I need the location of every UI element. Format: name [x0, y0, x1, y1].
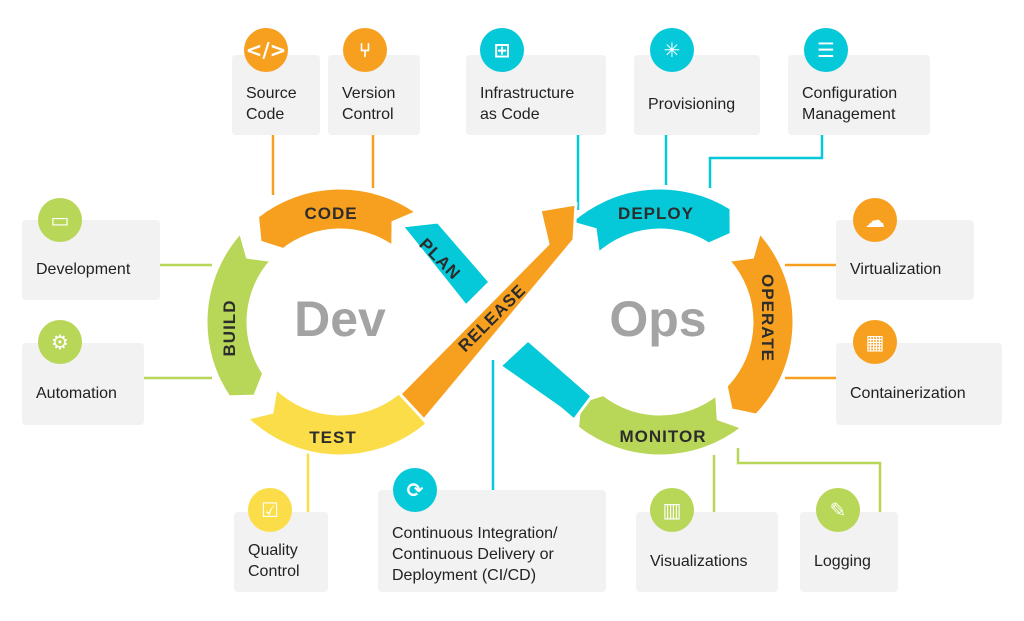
tool-card-label: Configuration Management [802, 85, 898, 123]
git-branch-icon: ⑂ [343, 28, 387, 72]
tool-card-label: Quality Control [248, 542, 300, 580]
tool-card-label: Containerization [850, 384, 966, 402]
tool-card-label: Logging [814, 552, 871, 570]
ops-label: Ops [609, 291, 706, 347]
container-icon: ▦ [853, 320, 897, 364]
tool-card-label: Visualizations [650, 552, 748, 570]
sliders-icon: ☰ [804, 28, 848, 72]
plan-lower-band [497, 337, 595, 423]
stage-monitor: MONITOR [620, 427, 707, 446]
tool-card: Infrastructure as Code [466, 55, 606, 135]
code-brackets-icon: </> [244, 28, 288, 72]
bar-chart-icon: ▥ [650, 488, 694, 532]
tool-card: Provisioning [634, 55, 760, 135]
tool-card-label: Version Control [342, 85, 396, 123]
cloud-icon: ☁ [853, 198, 897, 242]
gear-icon: ⚙ [38, 320, 82, 364]
tool-card: Automation [22, 343, 144, 425]
tool-card: Configuration Management [788, 55, 930, 135]
tool-card-label: Development [36, 260, 131, 278]
checklist-icon: ☑ [248, 488, 292, 532]
network-blocks-icon: ⊞ [480, 28, 524, 72]
monitor-band [575, 391, 746, 458]
stage-build: BUILD [220, 300, 239, 357]
tool-card-label: Automation [36, 384, 117, 402]
hub-nodes-icon: ✳ [650, 28, 694, 72]
tool-card-label: Continuous Integration/ Continuous Deliv… [392, 524, 558, 584]
dev-label: Dev [294, 291, 386, 347]
stage-code: CODE [304, 204, 357, 223]
tool-card-label: Source Code [246, 85, 297, 123]
stage-test: TEST [309, 428, 356, 447]
notepad-pen-icon: ✎ [816, 488, 860, 532]
tool-card-label: Provisioning [648, 95, 736, 113]
connector-line [708, 135, 824, 188]
tool-card-label: Infrastructure as Code [480, 85, 575, 123]
monitor-code-icon: ▭ [38, 198, 82, 242]
stage-operate: OPERATE [758, 274, 777, 362]
stage-deploy: DEPLOY [618, 204, 694, 223]
tool-card-label: Virtualization [850, 260, 942, 278]
cycle-arrows-icon: ⟳ [393, 468, 437, 512]
